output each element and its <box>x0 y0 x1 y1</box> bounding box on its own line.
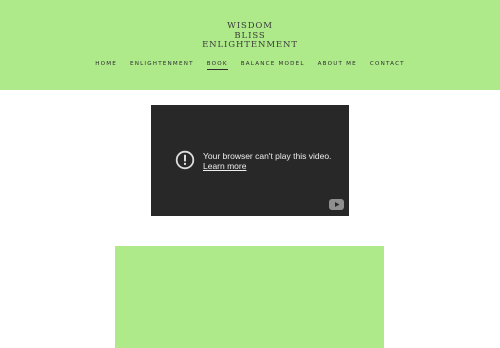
nav-item-book[interactable]: BOOK <box>206 61 228 70</box>
youtube-icon[interactable] <box>329 199 344 210</box>
site-header: WISDOM BLISS ENLIGHTENMENT HOME ENLIGHTE… <box>0 0 500 90</box>
nav-item-home[interactable]: HOME <box>95 61 117 70</box>
video-error-message: Your browser can't play this video. Lear… <box>203 151 331 171</box>
video-error-text: Your browser can't play this video. <box>203 151 332 161</box>
site-logo[interactable]: WISDOM BLISS ENLIGHTENMENT <box>0 21 500 51</box>
alert-circle-icon <box>175 150 195 170</box>
nav-item-about-me[interactable]: ABOUT ME <box>318 61 357 70</box>
video-embed[interactable]: Your browser can't play this video. Lear… <box>151 105 349 216</box>
nav-item-balance-model[interactable]: BALANCE MODEL <box>241 61 305 70</box>
main-nav: HOME ENLIGHTENMENT BOOK BALANCE MODEL AB… <box>0 61 500 70</box>
nav-item-contact[interactable]: CONTACT <box>370 61 405 70</box>
logo-line-3: ENLIGHTENMENT <box>202 40 298 50</box>
learn-more-link[interactable]: Learn more <box>203 161 246 171</box>
nav-item-enlightenment[interactable]: ENLIGHTENMENT <box>130 61 194 70</box>
content-panel <box>115 246 384 348</box>
